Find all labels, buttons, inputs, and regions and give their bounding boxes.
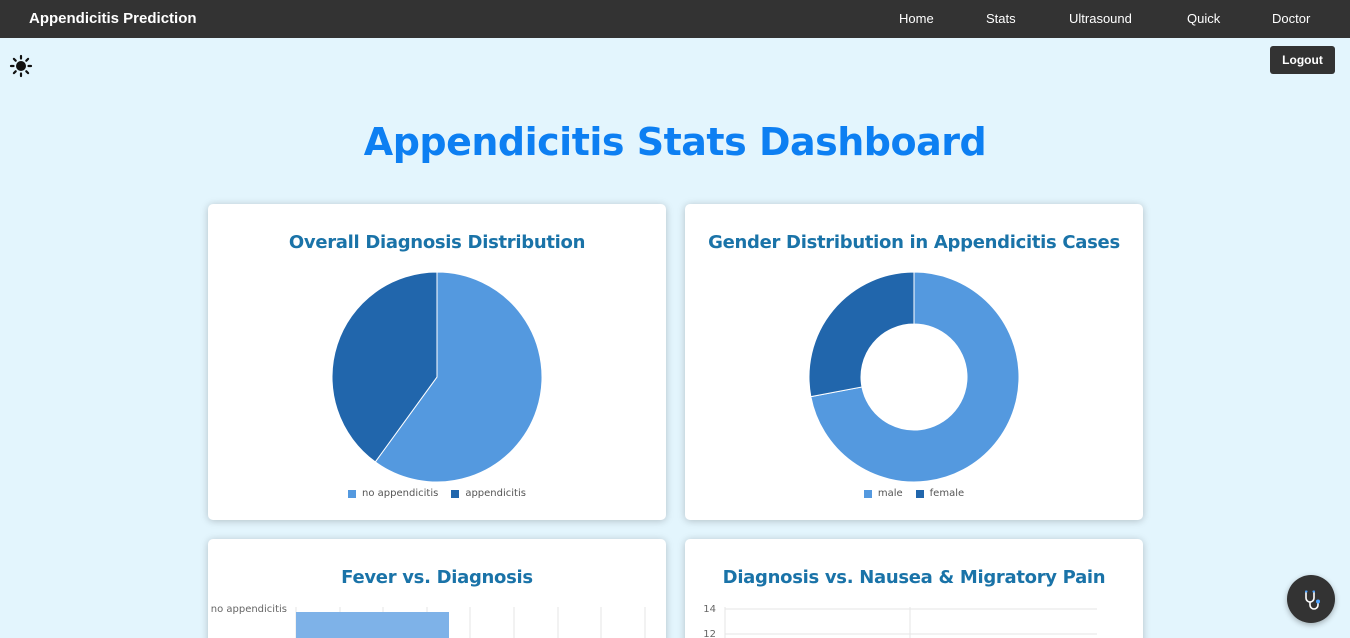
y-tick-label: 14 [703,604,716,615]
top-navbar: Appendicitis Prediction Home Stats Ultra… [0,0,1350,38]
nav-link-quick[interactable]: Quick [1187,0,1220,38]
chart-legend: no appendicitis appendicitis [208,488,666,499]
gender-distribution-card: Gender Distribution in Appendicitis Case… [685,204,1143,520]
legend-label: female [929,488,965,499]
bar-no-appendicitis[interactable] [296,612,449,638]
doctor-chat-button[interactable] [1287,575,1335,623]
card-title: Diagnosis vs. Nausea & Migratory Pain [722,567,1106,588]
diagnosis-pie-chart [331,271,543,483]
brand-title[interactable]: Appendicitis Prediction [29,0,197,38]
legend-item[interactable]: female [915,488,965,499]
legend-label: no appendicitis [362,488,439,499]
legend-swatch [915,489,924,498]
diagnosis-distribution-card: Overall Diagnosis Distribution no append… [208,204,666,520]
legend-item[interactable]: male [863,488,903,499]
nav-link-stats[interactable]: Stats [986,0,1016,38]
logout-button[interactable]: Logout [1270,46,1335,74]
fever-diagnosis-card: Fever vs. Diagnosis no appendicitis [208,539,666,638]
legend-label: male [877,488,903,499]
nausea-migratory-card: Diagnosis vs. Nausea & Migratory Pain 14… [685,539,1143,638]
legend-swatch [348,489,357,498]
legend-swatch [451,489,460,498]
stethoscope-icon [1305,590,1320,610]
y-tick-label: 12 [703,629,716,638]
nav-link-home[interactable]: Home [899,0,934,38]
gender-doughnut-chart [808,271,1020,483]
sun-icon[interactable] [9,54,33,78]
card-title: Fever vs. Diagnosis [341,567,533,588]
nav-link-ultrasound[interactable]: Ultrasound [1069,0,1132,38]
page-title: Appendicitis Stats Dashboard [363,120,987,164]
fever-bar-chart: no appendicitis [211,604,646,638]
legend-label: appendicitis [465,488,526,499]
nav-link-doctor[interactable]: Doctor [1272,0,1310,38]
y-tick-label: no appendicitis [211,604,287,615]
nausea-bar-chart: 14 12 [703,604,1097,638]
chart-legend: male female [685,488,1143,499]
slice-female[interactable] [808,271,915,398]
legend-item[interactable]: appendicitis [451,488,526,499]
legend-swatch [863,489,872,498]
card-title: Gender Distribution in Appendicitis Case… [708,232,1120,253]
legend-item[interactable]: no appendicitis [348,488,438,499]
card-title: Overall Diagnosis Distribution [288,232,586,253]
